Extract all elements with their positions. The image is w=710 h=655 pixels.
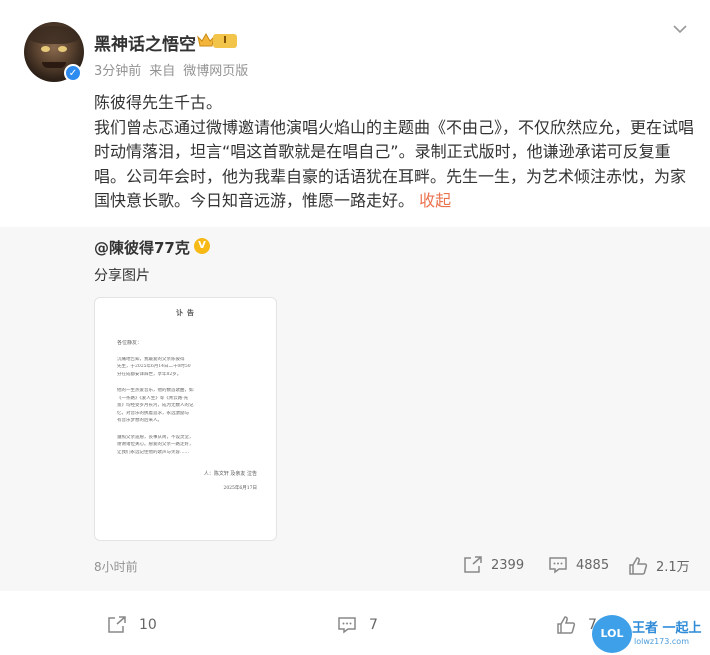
post-text: 陈彼得先生千古。 我们曾忐忑通过微博邀请他演唱火焰山的主题曲《不由己》，不仅欣然… <box>94 91 694 214</box>
post-text-line1: 陈彼得先生千古。 <box>94 93 223 112</box>
doc-line: 谢谢诸位关心。愿爱的父亲一路走好， <box>117 442 194 447</box>
repost-icon <box>108 616 126 633</box>
doc-line: 他的一生热爱音乐，他的数首歌曲，如 <box>117 388 194 393</box>
avatar-mouth <box>42 62 66 68</box>
avatar-fur <box>28 26 80 44</box>
doc-line: 让我们永远记住他的歌声与笑容…… <box>117 449 189 455</box>
doc-line: 有音乐梦想的后来人。 <box>117 418 162 423</box>
verified-badge-icon: ✓ <box>64 64 82 82</box>
original-like-count: 2.1万 <box>656 560 690 575</box>
repost-button[interactable]: 10 <box>107 616 157 634</box>
post-text-body: 我们曾忐忑通过微博邀请他演唱火焰山的主题曲《不由己》，不仅欣然应允，更在试唱时动… <box>94 116 694 214</box>
thumbs-up-icon <box>557 616 576 634</box>
collapse-link[interactable]: 收起 <box>419 191 451 210</box>
obituary-document: 讣告 各位静友： 沉痛地告知，我最爱的父亲陈彼得 先生，于2025年6月14日二… <box>117 304 257 536</box>
thumbs-up-icon <box>629 556 648 575</box>
doc-line: 景》均经受岁月长河，成为无数人的记 <box>117 403 194 408</box>
doc-paragraph-1: 沉痛地告知，我最爱的父亲陈彼得 先生，于2025年6月14日二十0时50 分在成… <box>117 357 257 379</box>
watermark-url: lolwz173.com <box>634 637 689 646</box>
avatar-eye-left <box>41 46 50 52</box>
comment-button[interactable]: 7 <box>337 616 378 634</box>
doc-line: 先生，于2025年6月14日二十0时50 <box>117 364 191 369</box>
post-text-body-content: 我们曾忐忑通过微博邀请他演唱火焰山的主题曲《不由己》，不仅欣然应允，更在试唱时动… <box>94 117 695 211</box>
author-username[interactable]: 黑神话之悟空 <box>94 30 196 55</box>
repost-count: 10 <box>139 617 157 633</box>
post-meta: 3分钟前 来自 微博网页版 <box>94 60 256 79</box>
shared-image-thumbnail[interactable]: 讣告 各位静友： 沉痛地告知，我最爱的父亲陈彼得 先生，于2025年6月14日二… <box>94 297 277 541</box>
watermark-logo: LOL <box>592 615 632 653</box>
chevron-down-icon[interactable] <box>671 20 689 38</box>
doc-paragraph-2: 他的一生热爱音乐，他的数首歌曲，如 《一条路》《爱人生》等《青云路·光 景》均经… <box>117 388 257 425</box>
comment-icon <box>549 557 567 574</box>
original-like-button[interactable]: 2.1万 <box>628 556 690 575</box>
original-comment-count: 4885 <box>576 557 610 573</box>
site-watermark: LOL 王者 一起上 lolwz173.com <box>592 611 710 655</box>
post-time[interactable]: 3分钟前 <box>94 64 141 79</box>
doc-signature: 人：陈文轩 及亲友 泣告 <box>203 471 257 477</box>
doc-line: 遵照父亲遗愿，丧事从简，不设灵堂， <box>117 434 194 440</box>
repost-icon <box>464 556 482 573</box>
source-prefix: 来自 <box>149 64 176 79</box>
doc-line: 忆，对音乐的执着追求，永远激励与 <box>117 410 189 416</box>
doc-line: 分在成都安详辞世，享年82岁。 <box>117 371 182 377</box>
comment-count: 7 <box>369 617 378 633</box>
watermark-title: 王者 一起上 <box>632 621 702 636</box>
post-source: 微博网页版 <box>183 64 249 79</box>
comment-icon <box>338 617 356 634</box>
doc-title: 讣告 <box>176 308 198 317</box>
avatar-eye-right <box>58 46 67 52</box>
doc-paragraph-3: 遵照父亲遗愿，丧事从简，不设灵堂， 谢谢诸位关心。愿爱的父亲一路走好， 让我们永… <box>117 435 257 457</box>
repost-container: @陳彼得77克 V 分享图片 讣告 各位静友： 沉痛地告知，我最爱的父亲陈彼得 … <box>0 227 710 591</box>
doc-line: 《一条路》《爱人生》等《青云路·光 <box>117 395 189 401</box>
gold-verified-icon: V <box>194 238 210 254</box>
original-repost-count: 2399 <box>491 557 525 573</box>
original-post-time[interactable]: 8小时前 <box>94 558 138 575</box>
doc-date: 2025年6月17日 <box>223 486 257 491</box>
original-author-username[interactable]: @陳彼得77克 <box>94 237 190 258</box>
doc-line: 沉痛地告知，我最爱的父亲陈彼得 <box>117 356 185 362</box>
doc-greeting: 各位静友： <box>117 340 143 346</box>
original-comment-button[interactable]: 4885 <box>548 556 609 574</box>
weibo-post-card: ✓ 黑神话之悟空 I 3分钟前 来自 微博网页版 陈彼得先生千古。 我们曾忐忑通过微… <box>0 0 710 655</box>
share-label: 分享图片 <box>94 268 150 284</box>
original-repost-button[interactable]: 2399 <box>463 556 524 574</box>
level-badge: I <box>213 34 237 48</box>
